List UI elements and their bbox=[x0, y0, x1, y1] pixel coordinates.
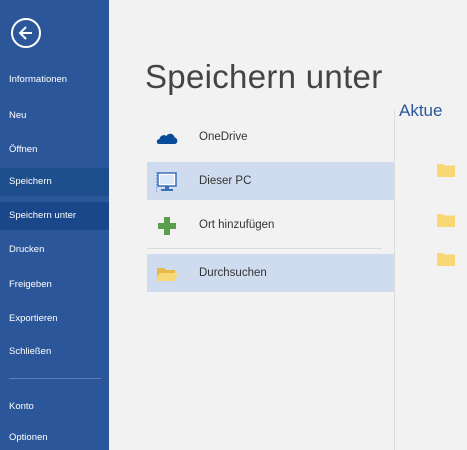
computer-icon bbox=[156, 172, 177, 192]
nav-item-label: Drucken bbox=[9, 244, 45, 255]
save-as-panel: Speichern unter OneDrive Dieser PC Ort h… bbox=[109, 0, 467, 450]
nav-item-label: Neu bbox=[9, 110, 27, 121]
location-label: Durchsuchen bbox=[199, 267, 267, 279]
nav-item-speichern[interactable]: Speichern bbox=[0, 168, 109, 196]
back-button[interactable] bbox=[11, 18, 41, 48]
folder-icon[interactable] bbox=[437, 162, 455, 177]
location-this-pc[interactable]: Dieser PC bbox=[147, 162, 394, 200]
nav-item-label: Konto bbox=[9, 401, 34, 412]
nav-item-drucken[interactable]: Drucken bbox=[0, 236, 109, 264]
nav-item-label: Optionen bbox=[9, 432, 48, 443]
location-label: Dieser PC bbox=[199, 175, 252, 187]
folder-open-icon bbox=[156, 268, 178, 281]
nav-item-schliessen[interactable]: Schließen bbox=[0, 338, 109, 366]
plus-icon bbox=[158, 217, 176, 235]
nav-item-label: Schließen bbox=[9, 346, 52, 357]
nav-item-konto[interactable]: Konto bbox=[0, 393, 109, 421]
nav-item-speichern-unter[interactable]: Speichern unter bbox=[0, 202, 109, 230]
panel-divider bbox=[394, 110, 395, 450]
page-title: Speichern unter bbox=[145, 58, 383, 95]
location-label: OneDrive bbox=[199, 131, 248, 143]
nav-item-oeffnen[interactable]: Öffnen bbox=[0, 136, 109, 164]
nav-item-label: Speichern unter bbox=[9, 210, 77, 221]
nav-item-label: Speichern bbox=[9, 176, 52, 187]
recent-folders-heading: Aktue bbox=[399, 101, 443, 120]
nav-divider bbox=[9, 378, 101, 379]
location-divider bbox=[147, 248, 382, 249]
nav-item-optionen[interactable]: Optionen bbox=[0, 424, 109, 450]
back-arrow-icon bbox=[18, 26, 32, 40]
nav-item-label: Freigeben bbox=[9, 279, 52, 290]
location-browse[interactable]: Durchsuchen bbox=[147, 254, 394, 292]
nav-item-exportieren[interactable]: Exportieren bbox=[0, 305, 109, 333]
backstage-nav: Informationen Neu Öffnen Speichern Speic… bbox=[0, 0, 109, 450]
nav-item-freigeben[interactable]: Freigeben bbox=[0, 271, 109, 299]
onedrive-cloud-icon bbox=[156, 133, 178, 144]
nav-item-label: Exportieren bbox=[9, 313, 58, 324]
backstage-window: Informationen Neu Öffnen Speichern Speic… bbox=[0, 0, 467, 450]
location-onedrive[interactable]: OneDrive bbox=[147, 118, 394, 156]
nav-item-informationen[interactable]: Informationen bbox=[0, 66, 109, 94]
nav-item-label: Informationen bbox=[9, 74, 68, 85]
folder-icon[interactable] bbox=[437, 212, 455, 227]
folder-icon[interactable] bbox=[437, 251, 455, 266]
location-add-place[interactable]: Ort hinzufügen bbox=[147, 206, 394, 244]
location-label: Ort hinzufügen bbox=[199, 219, 275, 231]
nav-item-label: Öffnen bbox=[9, 144, 38, 155]
nav-item-neu[interactable]: Neu bbox=[0, 102, 109, 130]
